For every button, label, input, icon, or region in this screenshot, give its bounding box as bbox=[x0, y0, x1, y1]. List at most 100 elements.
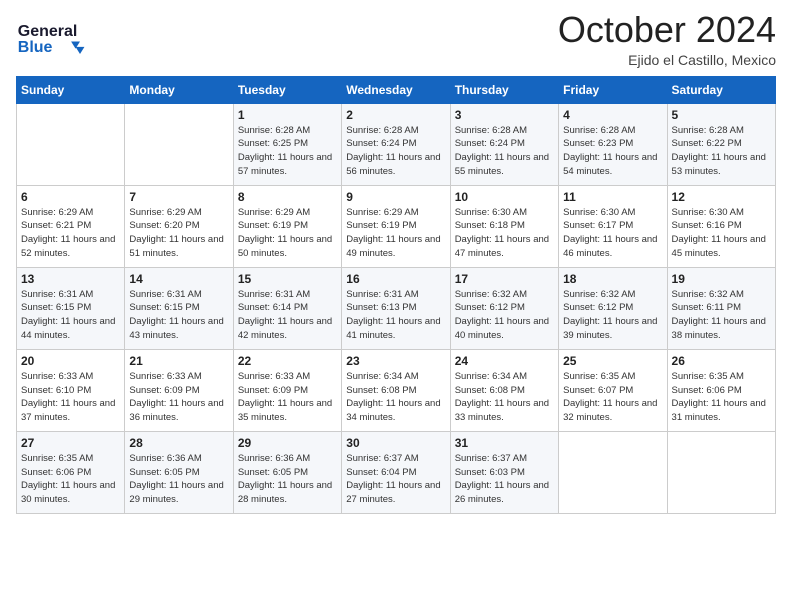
day-number: 17 bbox=[455, 272, 554, 286]
weekday-header-friday: Friday bbox=[559, 76, 667, 103]
calendar-week-1: 1 Sunrise: 6:28 AMSunset: 6:25 PMDaylight… bbox=[17, 103, 776, 185]
logo: General Blue bbox=[16, 10, 96, 60]
calendar-cell: 31 Sunrise: 6:37 AMSunset: 6:03 PMDayligh… bbox=[450, 431, 558, 513]
day-detail: Sunrise: 6:32 AMSunset: 6:12 PMDaylight:… bbox=[455, 288, 554, 343]
calendar-cell: 16 Sunrise: 6:31 AMSunset: 6:13 PMDayligh… bbox=[342, 267, 450, 349]
day-number: 4 bbox=[563, 108, 662, 122]
day-number: 10 bbox=[455, 190, 554, 204]
calendar-cell: 6 Sunrise: 6:29 AMSunset: 6:21 PMDaylight… bbox=[17, 185, 125, 267]
calendar-cell bbox=[559, 431, 667, 513]
calendar-cell: 19 Sunrise: 6:32 AMSunset: 6:11 PMDayligh… bbox=[667, 267, 775, 349]
day-detail: Sunrise: 6:34 AMSunset: 6:08 PMDaylight:… bbox=[455, 370, 554, 425]
day-detail: Sunrise: 6:36 AMSunset: 6:05 PMDaylight:… bbox=[129, 452, 228, 507]
day-number: 20 bbox=[21, 354, 120, 368]
day-detail: Sunrise: 6:33 AMSunset: 6:10 PMDaylight:… bbox=[21, 370, 120, 425]
day-detail: Sunrise: 6:32 AMSunset: 6:12 PMDaylight:… bbox=[563, 288, 662, 343]
calendar-week-4: 20 Sunrise: 6:33 AMSunset: 6:10 PMDayligh… bbox=[17, 349, 776, 431]
day-detail: Sunrise: 6:34 AMSunset: 6:08 PMDaylight:… bbox=[346, 370, 445, 425]
day-detail: Sunrise: 6:35 AMSunset: 6:06 PMDaylight:… bbox=[21, 452, 120, 507]
day-detail: Sunrise: 6:33 AMSunset: 6:09 PMDaylight:… bbox=[129, 370, 228, 425]
calendar-cell: 9 Sunrise: 6:29 AMSunset: 6:19 PMDaylight… bbox=[342, 185, 450, 267]
day-number: 1 bbox=[238, 108, 337, 122]
weekday-header-tuesday: Tuesday bbox=[233, 76, 341, 103]
calendar-cell: 7 Sunrise: 6:29 AMSunset: 6:20 PMDaylight… bbox=[125, 185, 233, 267]
calendar-week-3: 13Sunrise: 6:31 AMSunset: 6:15 PMDayligh… bbox=[17, 267, 776, 349]
day-number: 18 bbox=[563, 272, 662, 286]
calendar-cell: 22 Sunrise: 6:33 AMSunset: 6:09 PMDayligh… bbox=[233, 349, 341, 431]
calendar-cell: 2Sunrise: 6:28 AMSunset: 6:24 PMDaylight… bbox=[342, 103, 450, 185]
calendar-cell: 3 Sunrise: 6:28 AMSunset: 6:24 PMDaylight… bbox=[450, 103, 558, 185]
calendar-cell bbox=[667, 431, 775, 513]
day-detail: Sunrise: 6:36 AMSunset: 6:05 PMDaylight:… bbox=[238, 452, 337, 507]
day-number: 27 bbox=[21, 436, 120, 450]
calendar-cell bbox=[125, 103, 233, 185]
svg-text:General: General bbox=[18, 23, 78, 40]
weekday-header-row: SundayMondayTuesdayWednesdayThursdayFrid… bbox=[17, 76, 776, 103]
day-number: 19 bbox=[672, 272, 771, 286]
day-number: 24 bbox=[455, 354, 554, 368]
day-number: 2 bbox=[346, 108, 445, 122]
day-number: 14 bbox=[129, 272, 228, 286]
day-detail: Sunrise: 6:29 AMSunset: 6:19 PMDaylight:… bbox=[346, 206, 445, 261]
weekday-header-saturday: Saturday bbox=[667, 76, 775, 103]
calendar-cell: 26 Sunrise: 6:35 AMSunset: 6:06 PMDayligh… bbox=[667, 349, 775, 431]
day-number: 26 bbox=[672, 354, 771, 368]
day-detail: Sunrise: 6:30 AMSunset: 6:16 PMDaylight:… bbox=[672, 206, 771, 261]
day-number: 12 bbox=[672, 190, 771, 204]
weekday-header-monday: Monday bbox=[125, 76, 233, 103]
calendar-cell: 8 Sunrise: 6:29 AMSunset: 6:19 PMDaylight… bbox=[233, 185, 341, 267]
day-detail: Sunrise: 6:28 AMSunset: 6:22 PMDaylight:… bbox=[672, 124, 771, 179]
day-number: 30 bbox=[346, 436, 445, 450]
day-detail: Sunrise: 6:31 AMSunset: 6:13 PMDaylight:… bbox=[346, 288, 445, 343]
calendar-cell: 29 Sunrise: 6:36 AMSunset: 6:05 PMDayligh… bbox=[233, 431, 341, 513]
header: General Blue October 2024 Ejido el Casti… bbox=[16, 10, 776, 68]
day-number: 16 bbox=[346, 272, 445, 286]
calendar-cell: 4Sunrise: 6:28 AMSunset: 6:23 PMDaylight… bbox=[559, 103, 667, 185]
weekday-header-wednesday: Wednesday bbox=[342, 76, 450, 103]
day-number: 31 bbox=[455, 436, 554, 450]
calendar-cell: 21Sunrise: 6:33 AMSunset: 6:09 PMDayligh… bbox=[125, 349, 233, 431]
day-detail: Sunrise: 6:31 AMSunset: 6:15 PMDaylight:… bbox=[21, 288, 120, 343]
calendar-cell: 30 Sunrise: 6:37 AMSunset: 6:04 PMDayligh… bbox=[342, 431, 450, 513]
day-number: 11 bbox=[563, 190, 662, 204]
weekday-header-thursday: Thursday bbox=[450, 76, 558, 103]
day-number: 8 bbox=[238, 190, 337, 204]
day-number: 7 bbox=[129, 190, 228, 204]
day-number: 6 bbox=[21, 190, 120, 204]
calendar-cell: 15Sunrise: 6:31 AMSunset: 6:14 PMDayligh… bbox=[233, 267, 341, 349]
calendar-cell: 11 Sunrise: 6:30 AMSunset: 6:17 PMDayligh… bbox=[559, 185, 667, 267]
day-detail: Sunrise: 6:31 AMSunset: 6:14 PMDaylight:… bbox=[238, 288, 337, 343]
day-detail: Sunrise: 6:35 AMSunset: 6:07 PMDaylight:… bbox=[563, 370, 662, 425]
calendar-cell: 24 Sunrise: 6:34 AMSunset: 6:08 PMDayligh… bbox=[450, 349, 558, 431]
day-detail: Sunrise: 6:30 AMSunset: 6:17 PMDaylight:… bbox=[563, 206, 662, 261]
day-detail: Sunrise: 6:35 AMSunset: 6:06 PMDaylight:… bbox=[672, 370, 771, 425]
day-detail: Sunrise: 6:31 AMSunset: 6:15 PMDaylight:… bbox=[129, 288, 228, 343]
day-detail: Sunrise: 6:28 AMSunset: 6:24 PMDaylight:… bbox=[455, 124, 554, 179]
day-detail: Sunrise: 6:28 AMSunset: 6:25 PMDaylight:… bbox=[238, 124, 337, 179]
day-detail: Sunrise: 6:29 AMSunset: 6:19 PMDaylight:… bbox=[238, 206, 337, 261]
calendar-cell: 27 Sunrise: 6:35 AMSunset: 6:06 PMDayligh… bbox=[17, 431, 125, 513]
day-number: 3 bbox=[455, 108, 554, 122]
day-detail: Sunrise: 6:29 AMSunset: 6:21 PMDaylight:… bbox=[21, 206, 120, 261]
calendar-page: General Blue October 2024 Ejido el Casti… bbox=[0, 0, 792, 612]
day-detail: Sunrise: 6:37 AMSunset: 6:03 PMDaylight:… bbox=[455, 452, 554, 507]
calendar-cell: 23 Sunrise: 6:34 AMSunset: 6:08 PMDayligh… bbox=[342, 349, 450, 431]
weekday-header-sunday: Sunday bbox=[17, 76, 125, 103]
calendar-table: SundayMondayTuesdayWednesdayThursdayFrid… bbox=[16, 76, 776, 514]
day-number: 28 bbox=[129, 436, 228, 450]
title-block: October 2024 Ejido el Castillo, Mexico bbox=[558, 10, 776, 68]
calendar-cell: 12 Sunrise: 6:30 AMSunset: 6:16 PMDayligh… bbox=[667, 185, 775, 267]
calendar-cell: 13Sunrise: 6:31 AMSunset: 6:15 PMDayligh… bbox=[17, 267, 125, 349]
day-number: 23 bbox=[346, 354, 445, 368]
day-number: 9 bbox=[346, 190, 445, 204]
day-number: 22 bbox=[238, 354, 337, 368]
day-detail: Sunrise: 6:37 AMSunset: 6:04 PMDaylight:… bbox=[346, 452, 445, 507]
day-detail: Sunrise: 6:30 AMSunset: 6:18 PMDaylight:… bbox=[455, 206, 554, 261]
svg-text:Blue: Blue bbox=[18, 39, 53, 56]
day-number: 29 bbox=[238, 436, 337, 450]
day-detail: Sunrise: 6:32 AMSunset: 6:11 PMDaylight:… bbox=[672, 288, 771, 343]
calendar-week-5: 27 Sunrise: 6:35 AMSunset: 6:06 PMDayligh… bbox=[17, 431, 776, 513]
day-detail: Sunrise: 6:29 AMSunset: 6:20 PMDaylight:… bbox=[129, 206, 228, 261]
calendar-cell bbox=[17, 103, 125, 185]
day-detail: Sunrise: 6:33 AMSunset: 6:09 PMDaylight:… bbox=[238, 370, 337, 425]
